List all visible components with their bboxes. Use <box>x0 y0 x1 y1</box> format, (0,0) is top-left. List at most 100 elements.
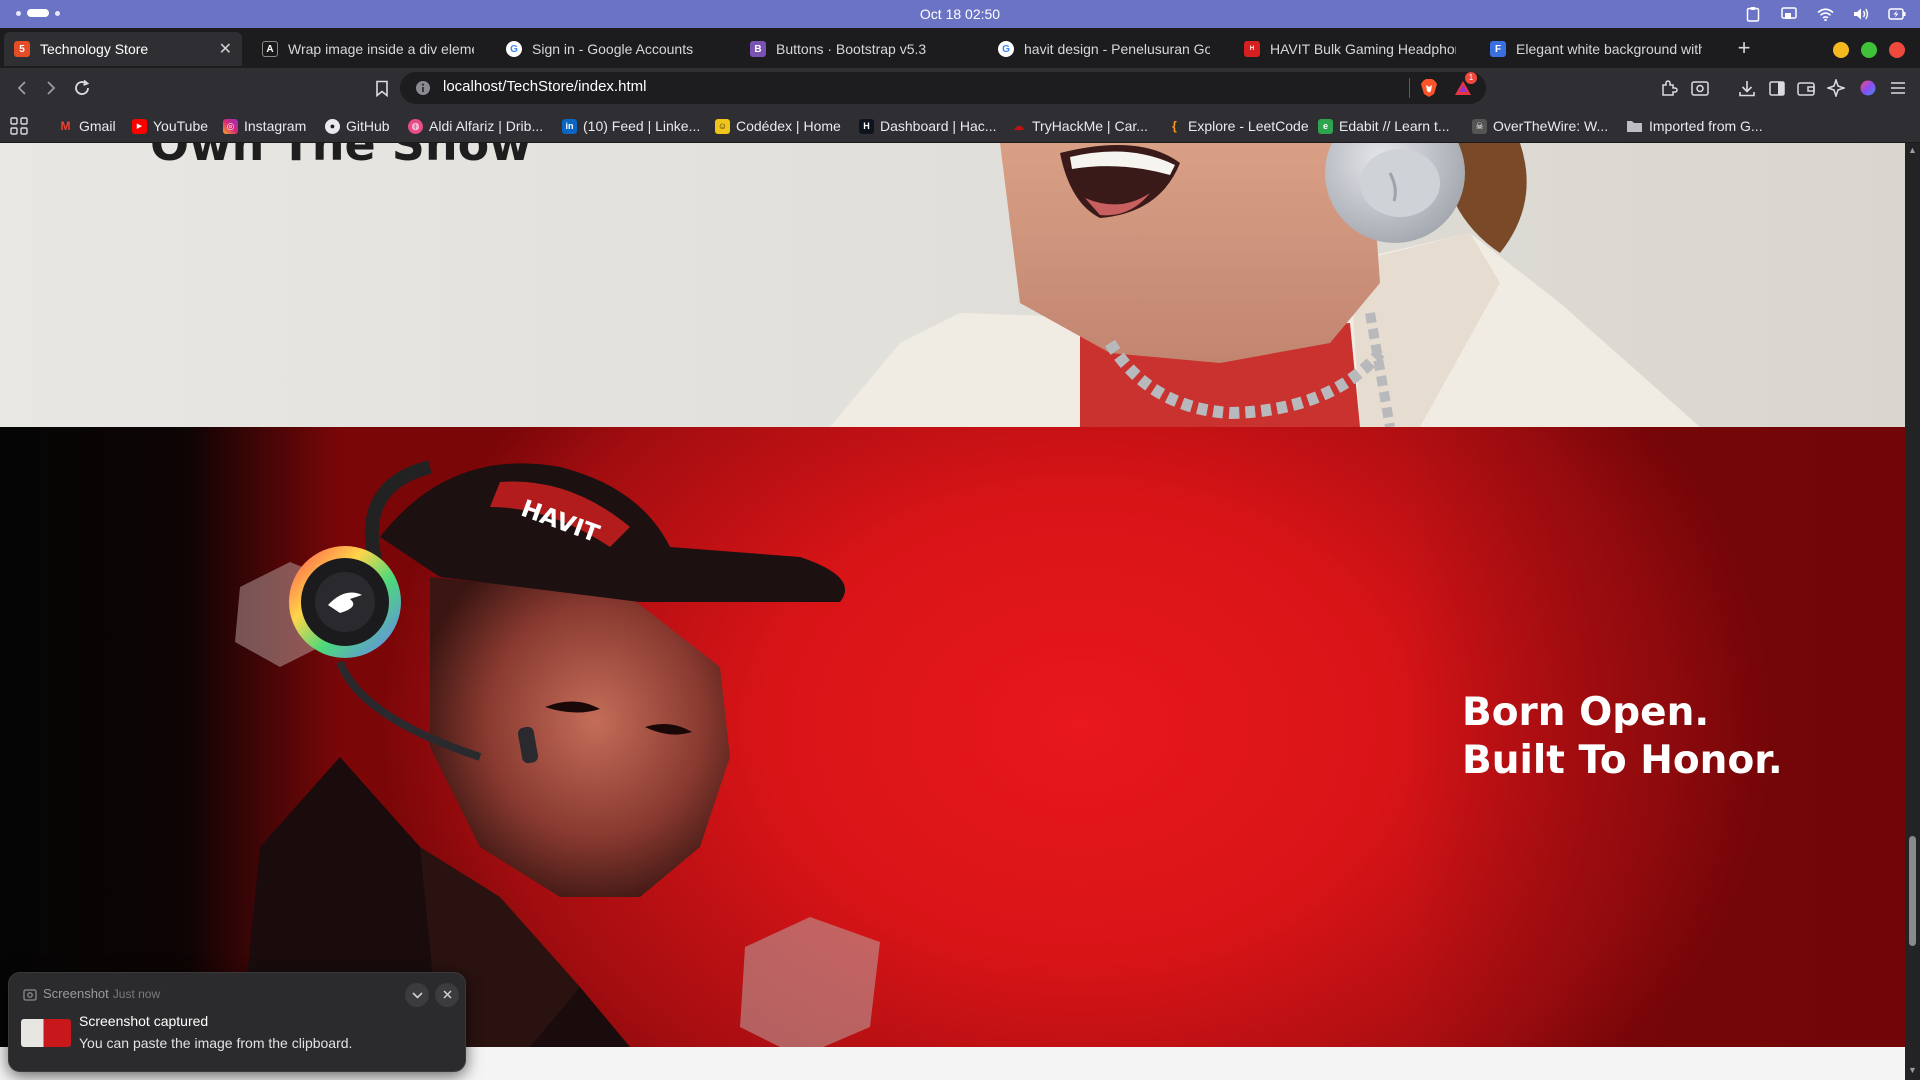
tab-elegant-background[interactable]: F Elegant white background with <box>1480 32 1712 66</box>
tab-havit-search[interactable]: G havit design - Penelusuran Goo <box>988 32 1220 66</box>
forward-button[interactable] <box>39 76 63 100</box>
notification-body: You can paste the image from the clipboa… <box>79 1035 353 1051</box>
tryhackme-icon: ☁ <box>1012 119 1025 133</box>
bookmark-folder-imported[interactable]: Imported from G... <box>1626 116 1763 136</box>
heading-line-2: Built To Honor. <box>1462 738 1783 783</box>
site-info-icon[interactable] <box>411 76 435 100</box>
bookmark-label: TryHackMe | Car... <box>1032 118 1148 134</box>
chevron-down-icon <box>411 992 423 999</box>
wallet-icon[interactable] <box>1794 76 1818 100</box>
leo-ai-icon[interactable] <box>1824 76 1848 100</box>
tab-title: Elegant white background with <box>1516 41 1702 57</box>
google-icon: G <box>998 41 1014 57</box>
tab-technology-store[interactable]: 5 Technology Store ✕ <box>4 32 242 66</box>
bookmark-label: YouTube <box>153 118 209 134</box>
tab-title: Sign in - Google Accounts <box>532 41 694 57</box>
close-icon[interactable]: ✕ <box>219 39 232 59</box>
bookmark-instagram[interactable]: ◎ Instagram <box>223 116 306 136</box>
apps-grid-icon <box>10 117 28 135</box>
tab-bootstrap-buttons[interactable]: B Buttons · Bootstrap v5.3 <box>740 32 972 66</box>
hero-photo-man-headphones <box>830 143 1700 427</box>
brave-shields-icon[interactable] <box>1417 76 1441 100</box>
folder-icon <box>1627 121 1642 132</box>
reload-button[interactable] <box>70 76 94 100</box>
bookmark-gmail[interactable]: M Gmail <box>58 116 116 136</box>
tab-title: Buttons · Bootstrap v5.3 <box>776 41 927 57</box>
hero-photo-gamer-headset: HAVIT <box>235 460 880 1047</box>
maximize-button[interactable] <box>1861 42 1877 58</box>
edabit-icon: e <box>1318 118 1333 134</box>
heading-line-1: Born Open. <box>1462 690 1710 735</box>
screenshot-icon <box>23 989 37 1001</box>
screen-share-icon[interactable] <box>1780 5 1798 23</box>
bookmark-label: Instagram <box>244 118 307 134</box>
battery-icon[interactable] <box>1888 5 1906 23</box>
tab-title: havit design - Penelusuran Goo <box>1024 41 1210 57</box>
bookmark-youtube[interactable]: ▶ YouTube <box>132 116 208 136</box>
new-tab-button[interactable]: + <box>1732 36 1756 60</box>
scroll-down-icon[interactable]: ▼ <box>1905 1063 1920 1078</box>
expand-notification-button[interactable] <box>405 983 429 1007</box>
url-text[interactable]: localhost/TechStore/index.html <box>443 78 646 95</box>
notification-app-name: Screenshot <box>43 986 109 1001</box>
close-icon <box>442 990 452 999</box>
bookmark-dribbble[interactable]: ◍ Aldi Alfariz | Drib... <box>408 116 543 136</box>
tab-strip: 5 Technology Store ✕ A Wrap image inside… <box>0 28 1920 68</box>
linkedin-icon: in <box>562 118 577 134</box>
bookmark-tryhackme[interactable]: ☁ TryHackMe | Car... <box>1011 116 1148 136</box>
bookmark-edabit[interactable]: e Edabit // Learn t... <box>1318 116 1450 136</box>
reload-icon <box>75 79 90 95</box>
back-button[interactable] <box>10 76 34 100</box>
youtube-icon: ▶ <box>132 118 147 134</box>
bookmark-page-button[interactable] <box>370 76 394 100</box>
scrollbar-thumb[interactable] <box>1909 836 1916 946</box>
doc-icon: F <box>1490 41 1506 57</box>
instagram-icon: ◎ <box>223 118 238 134</box>
close-window-button[interactable] <box>1889 42 1905 58</box>
tab-google-signin[interactable]: G Sign in - Google Accounts <box>496 32 728 66</box>
minimize-button[interactable] <box>1833 42 1849 58</box>
bookmark-icon <box>376 80 388 97</box>
notification-time: Just now <box>112 987 161 1001</box>
bootstrap-icon: B <box>750 41 766 57</box>
screenshot-notification[interactable]: Screenshot Just now Screenshot captured Y… <box>8 972 466 1072</box>
bookmark-hackerrank[interactable]: H Dashboard | Hac... <box>859 116 996 136</box>
screenshot-tool-icon[interactable] <box>1688 76 1712 100</box>
bookmark-label: Explore - LeetCode <box>1188 118 1309 134</box>
menu-icon[interactable] <box>1886 76 1910 100</box>
notification-header: Screenshot Just now <box>43 986 160 1001</box>
google-icon: G <box>506 41 522 57</box>
bookmark-overthewire[interactable]: ☠ OverTheWire: W... <box>1472 116 1608 136</box>
tab-havit-headphones[interactable]: H HAVIT Bulk Gaming Headphone <box>1234 32 1466 66</box>
navigation-bar: localhost/TechStore/index.html 1 <box>0 68 1920 108</box>
clock[interactable]: Oct 18 02:50 <box>0 0 1920 28</box>
bookmark-label: Imported from G... <box>1649 118 1763 134</box>
volume-icon[interactable] <box>1852 5 1870 23</box>
page-viewport: Own The Show HAVIT Born Open. Built To H… <box>0 143 1905 1080</box>
bookmark-leetcode[interactable]: { Explore - LeetCode <box>1167 116 1309 136</box>
angular-a-icon: A <box>262 41 278 57</box>
sidebar-toggle-icon[interactable] <box>1765 76 1789 100</box>
bookmark-github[interactable]: ● GitHub <box>325 116 390 136</box>
wifi-icon[interactable] <box>1816 5 1834 23</box>
extensions-icon[interactable] <box>1657 76 1681 100</box>
section-heading: Born Open. Built To Honor. <box>1462 689 1783 785</box>
bookmark-label: Codédex | Home <box>736 118 841 134</box>
tab-title: Wrap image inside a div elemen <box>288 41 474 57</box>
brave-rewards-icon[interactable]: 1 <box>1451 72 1477 100</box>
scroll-up-icon[interactable]: ▲ <box>1905 143 1920 158</box>
profile-avatar-icon[interactable] <box>1856 76 1880 100</box>
tab-title: HAVIT Bulk Gaming Headphone <box>1270 41 1456 57</box>
bookmark-linkedin[interactable]: in (10) Feed | Linke... <box>562 116 700 136</box>
html5-icon: 5 <box>14 41 30 57</box>
bookmark-codedex[interactable]: ☺ Codédex | Home <box>715 116 841 136</box>
havit-icon: H <box>1244 41 1260 57</box>
bookmark-label: Aldi Alfariz | Drib... <box>429 118 544 134</box>
apps-grid-button[interactable] <box>10 116 28 136</box>
downloads-icon[interactable] <box>1735 76 1759 100</box>
divider <box>1409 78 1410 98</box>
close-notification-button[interactable] <box>435 983 459 1007</box>
tab-wrap-image[interactable]: A Wrap image inside a div elemen <box>252 32 484 66</box>
screenshot-thumbnail <box>21 1019 71 1047</box>
clipboard-icon[interactable] <box>1744 5 1762 23</box>
